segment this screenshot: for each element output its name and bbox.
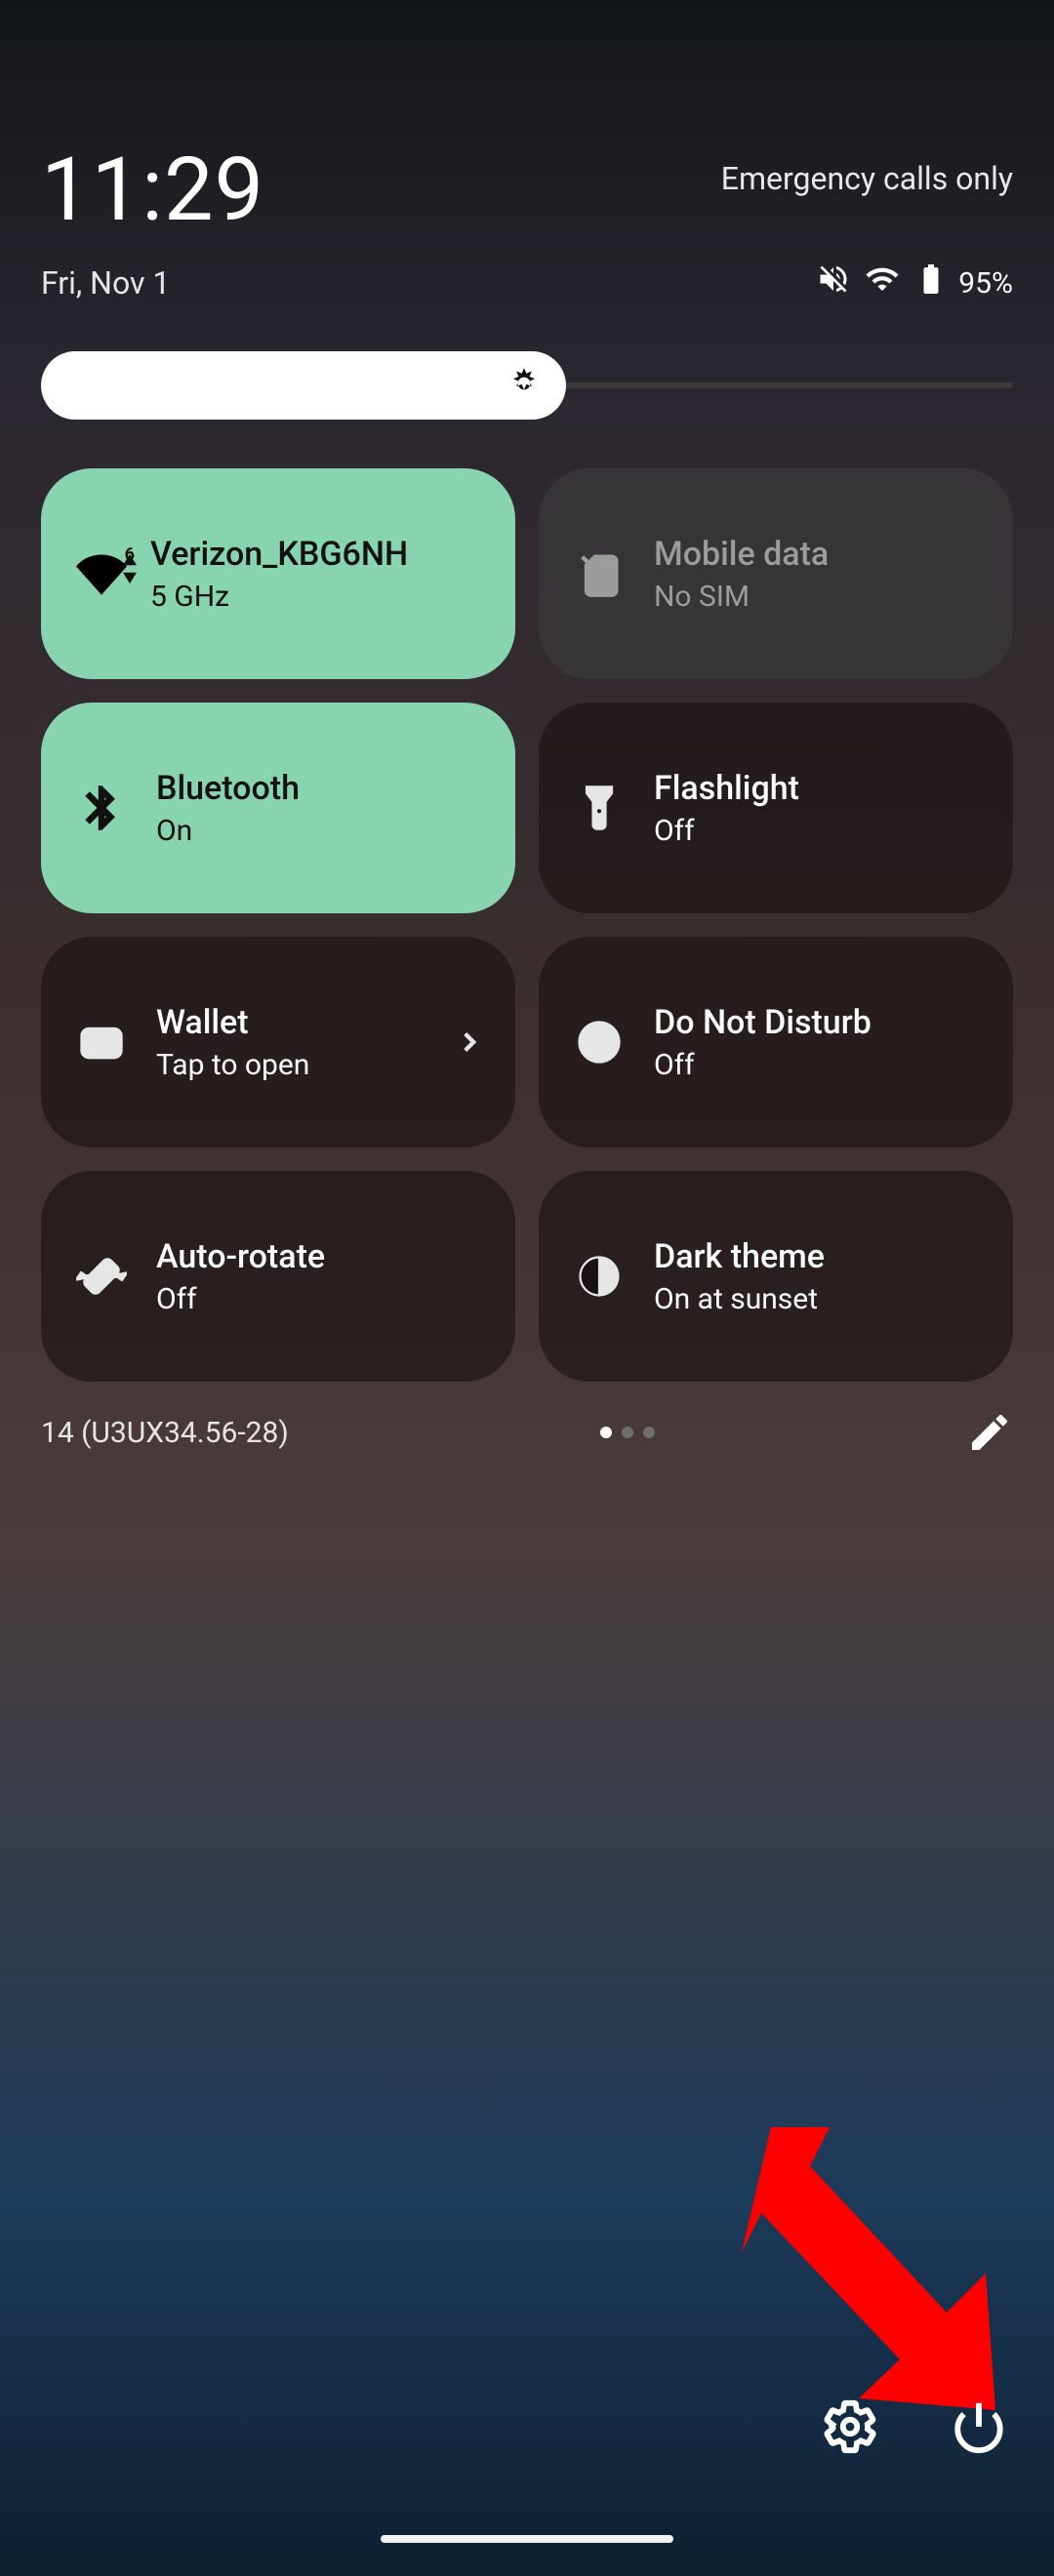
dnd-label: Do Not Disturb — [654, 1003, 984, 1042]
wifi-icon: 6 — [76, 548, 127, 599]
mute-icon — [816, 262, 851, 304]
battery-percentage: 95% — [958, 266, 1013, 301]
mobile-data-sub: No SIM — [654, 580, 984, 614]
flashlight-icon — [574, 783, 625, 833]
brightness-thumb[interactable] — [41, 351, 566, 420]
bluetooth-status: On — [156, 814, 486, 848]
clock-time: 11:29 — [41, 146, 264, 234]
autorotate-status: Off — [156, 1282, 486, 1316]
wifi-tile[interactable]: 6 Verizon_KBG6NH 5 GHz — [41, 468, 515, 679]
wifi-ssid: Verizon_KBG6NH — [150, 535, 486, 574]
nav-gesture-bar[interactable] — [381, 2535, 673, 2543]
darktheme-status: On at sunset — [654, 1282, 984, 1316]
flashlight-label: Flashlight — [654, 769, 984, 808]
bluetooth-tile[interactable]: Bluetooth On — [41, 703, 515, 913]
page-indicator — [600, 1427, 655, 1438]
chevron-right-icon — [453, 1026, 486, 1059]
wifi-status-icon — [865, 262, 900, 304]
brightness-slider[interactable] — [41, 351, 1013, 420]
power-button[interactable] — [951, 2398, 1007, 2455]
flashlight-tile[interactable]: Flashlight Off — [539, 703, 1013, 913]
mobile-data-label: Mobile data — [654, 535, 984, 574]
edit-tiles-button[interactable] — [966, 1409, 1013, 1456]
wallet-label: Wallet — [156, 1003, 453, 1042]
flashlight-status: Off — [654, 814, 984, 848]
autorotate-label: Auto-rotate — [156, 1237, 486, 1276]
mobile-data-tile[interactable]: Mobile data No SIM — [539, 468, 1013, 679]
dnd-status: Off — [654, 1048, 984, 1082]
autorotate-icon — [76, 1251, 127, 1302]
darktheme-tile[interactable]: Dark theme On at sunset — [539, 1171, 1013, 1382]
darktheme-label: Dark theme — [654, 1237, 984, 1276]
bluetooth-label: Bluetooth — [156, 769, 486, 808]
build-version: 14 (U3UX34.56-28) — [41, 1416, 289, 1450]
wallet-tile[interactable]: Wallet Tap to open — [41, 937, 515, 1147]
no-sim-icon — [574, 548, 625, 599]
emergency-status: Emergency calls only — [721, 160, 1013, 197]
battery-icon — [913, 262, 949, 304]
settings-button[interactable] — [822, 2398, 878, 2455]
wifi-band: 5 GHz — [150, 580, 486, 614]
status-icons: 95% — [816, 262, 1013, 304]
brightness-icon — [506, 365, 543, 406]
wallet-icon — [76, 1017, 127, 1067]
dnd-icon — [574, 1017, 625, 1067]
dnd-tile[interactable]: Do Not Disturb Off — [539, 937, 1013, 1147]
date-label: Fri, Nov 1 — [41, 264, 170, 302]
bluetooth-icon — [76, 783, 127, 833]
annotation-arrow — [722, 2108, 1015, 2439]
autorotate-tile[interactable]: Auto-rotate Off — [41, 1171, 515, 1382]
wallet-sub: Tap to open — [156, 1048, 453, 1082]
darktheme-icon — [574, 1251, 625, 1302]
